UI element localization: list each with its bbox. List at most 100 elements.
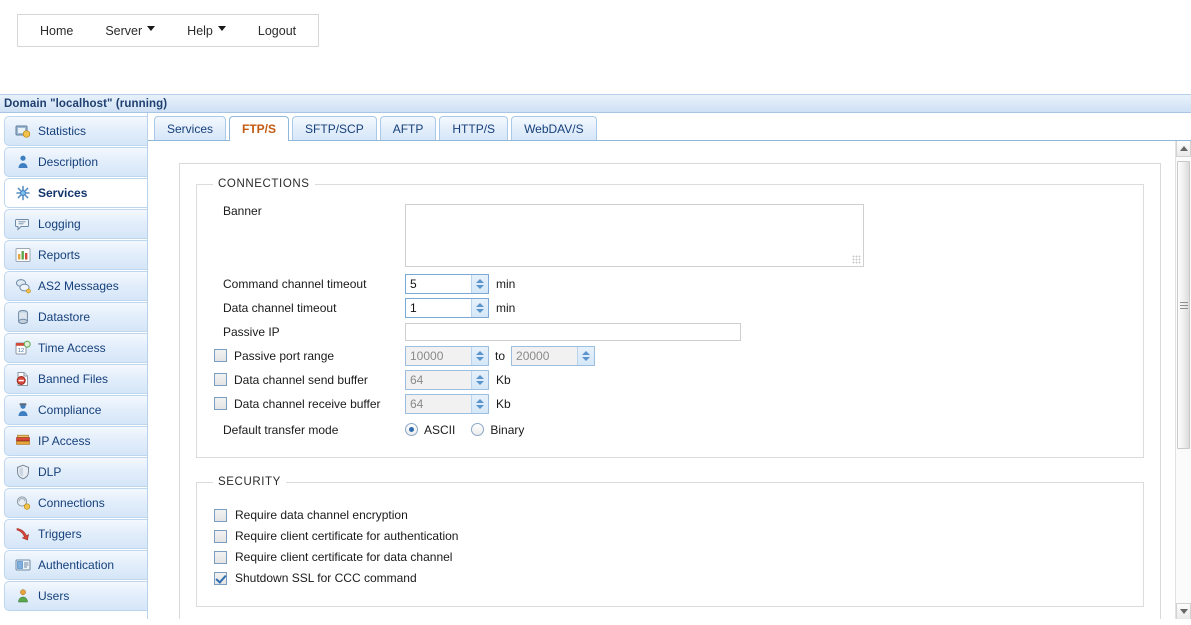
chevron-down-icon[interactable]: [582, 356, 591, 361]
passive-ip-input[interactable]: [405, 322, 741, 341]
receive-buffer-value[interactable]: 64: [406, 395, 471, 413]
sidebar-item-reports[interactable]: Reports: [4, 240, 147, 270]
chevron-up-icon[interactable]: [476, 398, 484, 403]
sidebar-item-datastore[interactable]: Datastore: [4, 302, 147, 332]
sidebar-item-time-access[interactable]: 12 Time Access: [4, 333, 147, 363]
sidebar-item-services[interactable]: Services: [4, 178, 147, 208]
sidebar-item-description[interactable]: Description: [4, 147, 147, 177]
security-option-label: Require data channel encryption: [235, 508, 408, 522]
time-access-icon: 12: [15, 340, 31, 356]
menu-item-home[interactable]: Home: [24, 18, 89, 44]
send-buffer-spin-buttons[interactable]: [471, 370, 488, 389]
chevron-down-icon[interactable]: [476, 284, 484, 289]
receive-buffer-stepper[interactable]: 64: [405, 393, 489, 414]
security-option-row[interactable]: Require client certificate for data chan…: [209, 550, 1131, 564]
command-channel-timeout-value[interactable]: 5: [406, 275, 471, 293]
sidebar-item-label: IP Access: [38, 434, 91, 448]
main-menubar: Home Server Help Logout: [17, 14, 320, 47]
resize-grip-icon[interactable]: [852, 255, 861, 264]
receive-buffer-spin-buttons[interactable]: [471, 394, 488, 413]
scroll-up-button[interactable]: [1176, 141, 1191, 157]
sidebar-item-connections[interactable]: Connections: [4, 488, 147, 518]
security-option-checkbox[interactable]: [214, 571, 227, 585]
sidebar-item-banned-files[interactable]: Banned Files: [4, 364, 147, 394]
sidebar-item-logging[interactable]: Logging: [4, 209, 147, 239]
send-buffer-value[interactable]: 64: [406, 371, 471, 389]
tab-http-s[interactable]: HTTP/S: [439, 116, 509, 140]
menu-item-logout[interactable]: Logout: [242, 18, 312, 44]
tab-label: SFTP/SCP: [305, 121, 364, 136]
domain-status-header: Domain "localhost" (running): [0, 94, 1191, 113]
security-option-label: Require client certificate for authentic…: [235, 529, 459, 543]
passive-port-from-value[interactable]: 10000: [406, 347, 471, 365]
command-channel-timeout-stepper[interactable]: 5: [405, 273, 489, 294]
passive-port-to-stepper[interactable]: 20000: [511, 345, 596, 366]
chevron-up-icon[interactable]: [476, 350, 484, 355]
transfer-mode-ascii-radio[interactable]: [405, 423, 418, 436]
triangle-down-icon: [1179, 609, 1188, 614]
data-channel-timeout-value[interactable]: 1: [406, 299, 471, 317]
chevron-down-icon[interactable]: [476, 308, 484, 313]
menu-item-server[interactable]: Server: [89, 18, 171, 44]
security-option-row[interactable]: Require data channel encryption: [209, 508, 1131, 522]
chevron-down-icon[interactable]: [476, 404, 484, 409]
sidebar-item-dlp[interactable]: DLP: [4, 457, 147, 487]
security-option-checkbox[interactable]: [214, 529, 227, 543]
banned-files-icon: [15, 371, 31, 387]
send-buffer-stepper[interactable]: 64: [405, 369, 489, 390]
passive-port-to-spin-buttons[interactable]: [577, 346, 595, 365]
security-option-checkbox[interactable]: [214, 508, 227, 522]
menu-item-help[interactable]: Help: [171, 18, 242, 44]
scrollbar-thumb[interactable]: [1177, 161, 1190, 449]
menu-item-label: Server: [105, 23, 143, 38]
banner-textarea[interactable]: [405, 204, 864, 267]
security-option-row[interactable]: Shutdown SSL for CCC command: [209, 571, 1131, 585]
chevron-up-icon[interactable]: [476, 302, 484, 307]
menu-item-label: Home: [40, 23, 74, 38]
domain-title: Domain "localhost" (running): [4, 97, 168, 110]
command-channel-timeout-unit: min: [496, 276, 516, 291]
receive-buffer-row: Data channel receive buffer 64 Kb: [209, 393, 1131, 414]
security-option-checkbox[interactable]: [214, 550, 227, 564]
sidebar-item-label: Reports: [38, 248, 81, 262]
tab-sftp-scp[interactable]: SFTP/SCP: [292, 116, 377, 140]
sidebar-item-users[interactable]: Users: [4, 581, 147, 611]
command-channel-timeout-spin-buttons[interactable]: [471, 274, 488, 293]
chevron-down-icon[interactable]: [476, 356, 484, 361]
services-icon: [15, 185, 31, 201]
data-channel-timeout-spin-buttons[interactable]: [471, 298, 488, 317]
sidebar-item-authentication[interactable]: Authentication: [4, 550, 147, 580]
passive-port-to-value[interactable]: 20000: [512, 347, 577, 365]
send-buffer-checkbox[interactable]: [214, 373, 227, 386]
passive-port-to-word: to: [495, 348, 506, 363]
command-channel-timeout-label: Command channel timeout: [223, 276, 367, 291]
sidebar-item-statistics[interactable]: Statistics: [4, 116, 147, 146]
tab-services[interactable]: Services: [154, 116, 227, 140]
passive-port-from-stepper[interactable]: 10000: [405, 345, 489, 366]
scroll-down-button[interactable]: [1176, 603, 1191, 619]
chevron-up-icon[interactable]: [582, 350, 591, 355]
chevron-down-icon[interactable]: [476, 380, 484, 385]
main-body: Statistics Description Services Logging Repo…: [0, 113, 1191, 619]
vertical-scrollbar[interactable]: [1175, 141, 1191, 619]
command-channel-timeout-row: Command channel timeout 5 min: [209, 273, 1131, 294]
receive-buffer-checkbox[interactable]: [214, 397, 227, 410]
sidebar-item-ip-access[interactable]: IP Access: [4, 426, 147, 456]
sidebar-item-triggers[interactable]: Triggers: [4, 519, 147, 549]
passive-port-from-spin-buttons[interactable]: [471, 346, 488, 365]
transfer-mode-binary-label: Binary: [490, 422, 525, 437]
chevron-up-icon[interactable]: [476, 278, 484, 283]
transfer-mode-radio-group: ASCII Binary: [405, 423, 534, 437]
passive-port-range-row: Passive port range 10000 to 20000: [209, 345, 1131, 366]
security-option-row[interactable]: Require client certificate for authentic…: [209, 529, 1131, 543]
chevron-up-icon[interactable]: [476, 374, 484, 379]
sidebar-item-compliance[interactable]: Compliance: [4, 395, 147, 425]
sidebar-item-label: AS2 Messages: [38, 279, 119, 293]
tab-ftp-s[interactable]: FTP/S: [229, 116, 290, 141]
tab-webdav-s[interactable]: WebDAV/S: [511, 116, 597, 140]
passive-port-range-checkbox[interactable]: [214, 349, 227, 362]
data-channel-timeout-stepper[interactable]: 1: [405, 297, 489, 318]
transfer-mode-binary-radio[interactable]: [471, 423, 485, 436]
tab-aftp[interactable]: AFTP: [379, 116, 437, 140]
sidebar-item-as2-messages[interactable]: AS2 Messages: [4, 271, 147, 301]
